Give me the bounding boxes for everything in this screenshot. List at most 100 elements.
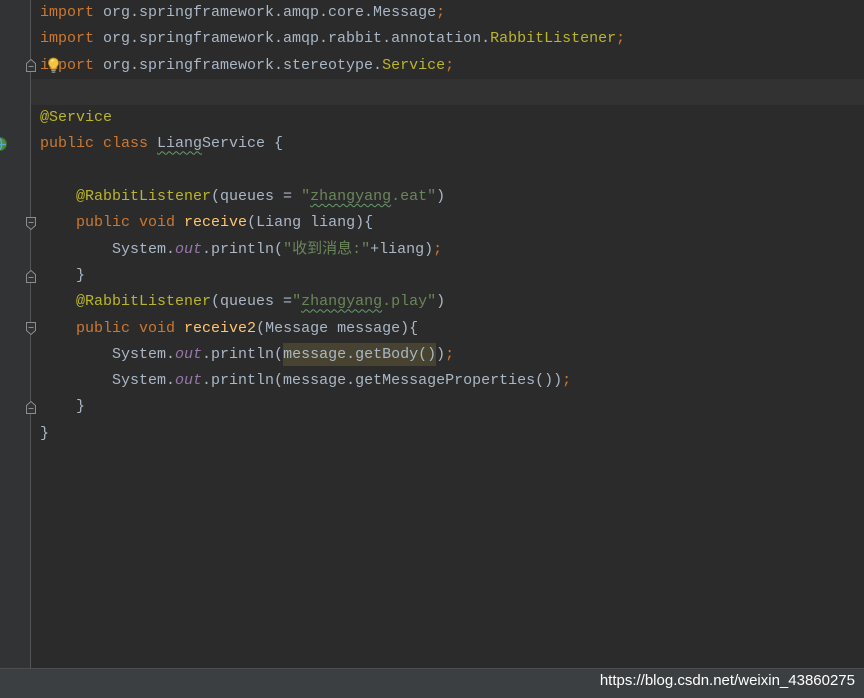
code-line: import org.springframework.stereotype.Se… — [0, 53, 864, 79]
code-text: System. — [40, 240, 176, 258]
line-text[interactable]: public class LiangService { — [31, 131, 864, 157]
line-text[interactable]: System.out.println(message.getMessagePro… — [31, 368, 864, 394]
code-line: @Service — [0, 105, 864, 131]
annotation-token: @RabbitListener — [76, 293, 212, 311]
code-text: ) — [436, 188, 446, 206]
code-line: public void receive(Liang liang){ — [0, 210, 864, 236]
gutter-cell[interactable] — [0, 237, 31, 263]
code-line: public void receive2(Message message){ — [0, 316, 864, 342]
spring-bean-icon[interactable] — [0, 136, 8, 152]
code-text: (queues = — [211, 188, 302, 206]
keyword-token: import — [40, 30, 95, 48]
code-text: .println( — [202, 240, 284, 258]
gutter-cell[interactable] — [0, 53, 36, 79]
line-text[interactable] — [31, 158, 864, 184]
line-text[interactable]: @RabbitListener(queues = "zhangyang.eat"… — [31, 184, 864, 210]
line-text[interactable]: @Service — [31, 105, 864, 131]
code-text: } — [40, 424, 50, 442]
code-text: } — [40, 398, 86, 416]
line-text[interactable]: } — [31, 263, 864, 289]
keyword-token: import — [40, 4, 95, 21]
gutter-cell[interactable] — [0, 0, 31, 26]
code-text: org.springframework.stereotype. — [94, 56, 383, 74]
gutter-cell[interactable] — [0, 158, 31, 184]
code-line: @RabbitListener(queues ="zhangyang.play"… — [0, 289, 864, 315]
code-text: +liang) — [370, 240, 434, 258]
watermark-text: https://blog.csdn.net/weixin_43860275 — [599, 672, 855, 689]
gutter-cell[interactable] — [0, 184, 31, 210]
keyword-token: public void — [76, 214, 185, 232]
keyword-token: ; — [616, 30, 626, 48]
string-literal: .eat" — [391, 188, 437, 206]
gutter-cell[interactable] — [0, 79, 31, 105]
line-text[interactable]: public void receive2(Message message){ — [31, 316, 864, 342]
gutter-cell[interactable] — [0, 26, 31, 52]
code-lines: import org.springframework.amqp.core.Mes… — [0, 0, 864, 447]
gutter-cell[interactable] — [0, 131, 31, 157]
code-text: .println( — [202, 345, 284, 363]
code-line: import org.springframework.amqp.core.Mes… — [0, 0, 864, 26]
annotation-token: Service — [382, 56, 446, 74]
line-text[interactable]: } — [31, 394, 864, 420]
method-name: receive — [184, 214, 248, 232]
code-line: @RabbitListener(queues = "zhangyang.eat"… — [0, 184, 864, 210]
static-field: out — [175, 372, 203, 390]
keyword-token: ; — [445, 345, 455, 363]
line-text[interactable]: public void receive(Liang liang){ — [31, 210, 864, 236]
code-text: (Liang liang){ — [247, 214, 374, 232]
fold-start-icon[interactable] — [25, 216, 37, 231]
line-text[interactable]: @RabbitListener(queues ="zhangyang.play"… — [31, 289, 864, 315]
code-line: System.out.println("收到消息:"+liang); — [0, 237, 864, 263]
current-line-text[interactable] — [31, 78, 864, 106]
code-line: } — [0, 421, 864, 447]
code-line — [0, 78, 864, 106]
line-text[interactable]: } — [31, 421, 864, 447]
code-line: } — [0, 263, 864, 289]
code-text: .println(message.getMessageProperties()) — [202, 372, 563, 390]
annotation-token: RabbitListener — [490, 30, 617, 48]
gutter-cell[interactable] — [0, 105, 31, 131]
line-text[interactable]: import org.springframework.stereotype.Se… — [31, 53, 864, 79]
typo-word: Liang — [157, 135, 203, 153]
keyword-token: ; — [436, 4, 446, 21]
code-text: System. — [40, 345, 176, 363]
static-field: out — [175, 345, 203, 363]
highlighted-usage: message.getBody() — [283, 342, 437, 366]
fold-start-icon[interactable] — [25, 321, 37, 336]
string-literal: "收到消息:" — [283, 240, 371, 258]
gutter-cell[interactable] — [0, 263, 36, 289]
line-text[interactable]: import org.springframework.amqp.core.Mes… — [31, 0, 864, 26]
gutter-cell[interactable] — [0, 342, 31, 368]
gutter-cell[interactable] — [0, 289, 31, 315]
code-text: Service { — [202, 135, 284, 153]
gutter-cell[interactable] — [0, 368, 31, 394]
fold-end-icon[interactable] — [25, 400, 37, 415]
gutter-cell[interactable] — [0, 210, 36, 236]
code-text: ) — [436, 345, 446, 363]
editor-bottom-bar: https://blog.csdn.net/weixin_43860275 — [0, 668, 864, 698]
annotation-token: @Service — [40, 109, 113, 127]
gutter-cell[interactable] — [0, 316, 36, 342]
code-editor[interactable]: import org.springframework.amqp.core.Mes… — [0, 0, 864, 668]
lightbulb-icon[interactable] — [47, 57, 60, 74]
string-literal: " — [292, 293, 302, 311]
fold-end-icon[interactable] — [25, 269, 37, 284]
keyword-token: ; — [433, 240, 443, 258]
gutter-cell[interactable] — [0, 394, 36, 420]
code-line: System.out.println(message.getBody()); — [0, 342, 864, 368]
line-text[interactable]: System.out.println(message.getBody()); — [31, 342, 864, 368]
string-literal: .play" — [382, 293, 437, 311]
typo-word: zhangyang — [310, 188, 392, 206]
string-literal: " — [301, 188, 311, 206]
gutter-cell[interactable] — [0, 421, 31, 447]
line-text[interactable]: System.out.println("收到消息:"+liang); — [31, 237, 864, 263]
code-line: import org.springframework.amqp.rabbit.a… — [0, 26, 864, 52]
line-text[interactable]: import org.springframework.amqp.rabbit.a… — [31, 26, 864, 52]
fold-end-icon[interactable] — [25, 58, 37, 73]
static-field: out — [175, 240, 203, 258]
code-line: } — [0, 394, 864, 420]
code-text: System. — [40, 372, 176, 390]
